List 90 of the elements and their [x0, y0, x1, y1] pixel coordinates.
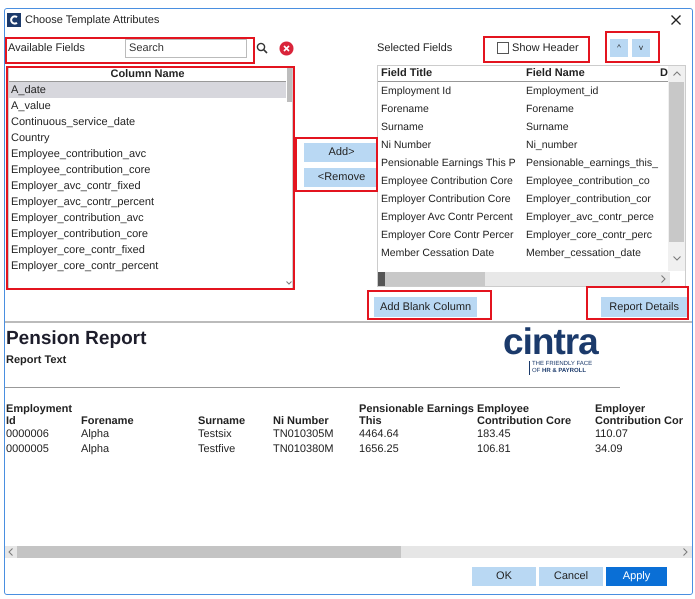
list-item[interactable]: Employee_contribution_core — [9, 162, 286, 178]
scrollbar-thumb[interactable] — [669, 82, 684, 242]
table-cell-text: Member Cessation Date — [380, 246, 496, 261]
table-cell-text: 4464.64 — [359, 427, 400, 442]
move-button[interactable]: Add> — [304, 143, 379, 162]
selected-fields-label: Selected Fields — [377, 40, 454, 56]
list-item[interactable]: Employer_core_contr_percent — [9, 258, 286, 274]
table-cell-text: Employee Contribution Core — [380, 174, 514, 189]
dialog-button[interactable]: OK — [472, 567, 536, 586]
scrollbar-thumb[interactable] — [17, 546, 401, 558]
table-cell-text: Employer_core_contr_perc — [525, 228, 654, 243]
close-icon[interactable] — [671, 15, 681, 25]
table-cell-text: Testfive — [198, 442, 236, 457]
table-cell-text: 34.09 — [595, 442, 624, 457]
show-header-checkbox[interactable]: Show Header — [497, 40, 579, 56]
vertical-scrollbar[interactable] — [668, 66, 685, 271]
horizontal-scrollbar[interactable] — [378, 272, 670, 286]
table-cell-text: 0000006 — [6, 427, 50, 442]
available-fields-label: Available Fields — [8, 40, 86, 56]
column-header: Pensionable Earnings This — [359, 403, 475, 427]
table-cell-text: Employer Avc Contr Percent — [380, 210, 514, 225]
clear-icon[interactable] — [279, 40, 294, 56]
table-cell-text: Member_cessation_date — [525, 246, 642, 261]
scroll-right-icon[interactable] — [683, 548, 688, 556]
list-item[interactable]: Employer_avc_contr_fixed — [9, 178, 286, 194]
table-cell-text: Pensionable Earnings This P — [380, 156, 517, 171]
app-logo-icon — [7, 13, 21, 27]
table-cell-text: Alpha — [81, 427, 110, 442]
table-cell-text: Employer Contribution Core — [380, 192, 512, 207]
move-order-button[interactable]: v — [632, 39, 650, 57]
search-icon[interactable] — [256, 42, 268, 54]
column-header: Field Name — [525, 66, 586, 81]
report-title: Pension Report — [6, 328, 148, 350]
list-item[interactable]: Employer_core_contr_fixed — [9, 242, 286, 258]
report-details-button[interactable]: Report Details — [601, 297, 687, 317]
table-cell-text: Employer_contribution_cor — [525, 192, 652, 207]
report-subtitle: Report Text — [6, 353, 68, 368]
column-header: Employment Id — [6, 403, 74, 427]
scroll-right-icon[interactable] — [661, 275, 666, 283]
column-header: Employer Contribution Cor — [595, 403, 684, 427]
table-cell-text: Testsix — [198, 427, 233, 442]
list-item[interactable]: Employer_contribution_core — [9, 226, 286, 242]
table-cell-text: 183.45 — [477, 427, 512, 442]
table-cell-text: 0000005 — [6, 442, 50, 457]
table-cell-text: Forename — [380, 102, 430, 117]
table-cell-text: TN010305M — [273, 427, 335, 442]
column-header: Field Title — [380, 66, 434, 81]
table-cell-text: Alpha — [81, 442, 110, 457]
column-header: Ni Number — [273, 415, 330, 427]
column-header: Employee Contribution Core — [477, 403, 572, 427]
table-cell-text: Employment Id — [380, 84, 452, 99]
scroll-left-icon[interactable] — [8, 548, 13, 556]
table-cell-text: TN010380M — [273, 442, 335, 457]
table-cell-text: Employment_id — [525, 84, 600, 99]
list-item[interactable]: Employer_avc_contr_percent — [9, 194, 286, 210]
scrollbar-thumb[interactable] — [385, 272, 485, 286]
table-cell-text: Surname — [525, 120, 570, 135]
table-cell-text: Pensionable_earnings_this_ — [525, 156, 659, 171]
table-cell-text: Surname — [380, 120, 425, 135]
scroll-down-icon[interactable] — [672, 256, 680, 261]
scroll-down-icon[interactable] — [286, 281, 292, 285]
horizontal-scrollbar[interactable] — [5, 546, 692, 558]
list-item[interactable]: Employer_contribution_avc — [9, 210, 286, 226]
column-header: Surname — [198, 415, 246, 427]
move-button[interactable]: <Remove — [304, 168, 379, 187]
table-cell-text: 106.81 — [477, 442, 512, 457]
search-field[interactable]: Search — [125, 38, 247, 58]
list-item[interactable]: Continuous_service_date — [9, 114, 286, 130]
move-order-button[interactable]: ^ — [610, 39, 628, 57]
table-cell-text: Employee_contribution_co — [525, 174, 651, 189]
window-title: Choose Template Attributes — [25, 12, 160, 28]
table-cell-text: 1656.25 — [359, 442, 400, 457]
table-cell-text: 110.07 — [595, 427, 629, 442]
table-cell-text: Ni Number — [380, 138, 432, 153]
scrollbar[interactable] — [287, 68, 292, 102]
table-cell-text: Forename — [525, 102, 575, 117]
dialog-button[interactable]: Apply — [606, 567, 667, 586]
table-cell-text: Ni_number — [525, 138, 578, 153]
dialog-button[interactable]: Cancel — [539, 567, 603, 586]
column-header: Forename — [81, 415, 135, 427]
list-item[interactable]: A_date — [9, 82, 286, 98]
column-header: D — [659, 66, 667, 81]
add-blank-column-button[interactable]: Add Blank Column — [374, 297, 478, 317]
highlight-frame — [605, 31, 660, 63]
scroll-up-icon[interactable] — [672, 71, 680, 76]
list-item[interactable]: A_value — [9, 98, 286, 114]
table-cell-text: Employer Core Contr Percer — [380, 228, 514, 243]
list-item[interactable]: Country — [9, 130, 286, 146]
list-item[interactable]: Employee_contribution_avc — [9, 146, 286, 162]
table-cell-text: Employer_avc_contr_perce — [525, 210, 655, 225]
